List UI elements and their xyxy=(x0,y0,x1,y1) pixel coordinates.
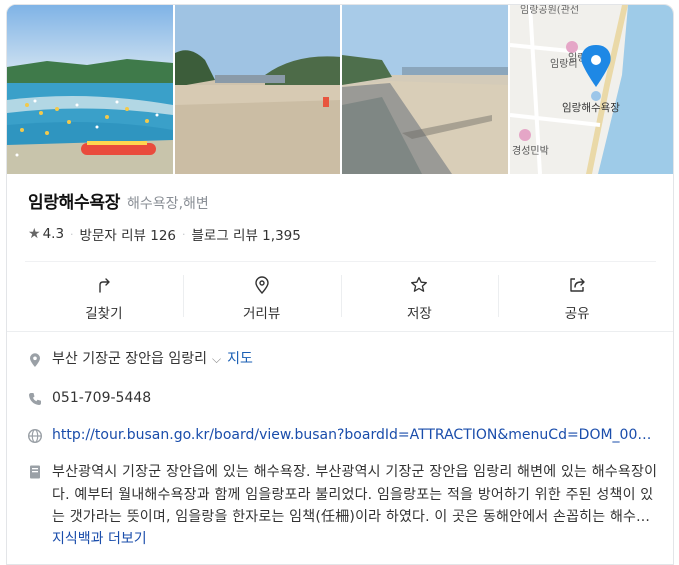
divider xyxy=(7,331,673,332)
phone-icon xyxy=(29,393,41,405)
description-row: 부산광역시 기장군 장안읍에 있는 해수욕장. 부산광역시 기장군 장안읍 임랑… xyxy=(27,461,662,549)
directions-button[interactable]: 길찾기 xyxy=(25,262,183,327)
map-label-top: 임랑공원(관선 xyxy=(520,5,579,16)
separator-dot: · xyxy=(182,227,186,241)
blog-reviews-link[interactable]: 블로그 리뷰 1,395 xyxy=(192,224,301,244)
beach-crowd-photo[interactable] xyxy=(7,5,173,174)
chevron-down-icon[interactable]: ⌵ xyxy=(212,349,221,369)
map-label-middle: 임랑리 xyxy=(550,57,578,70)
place-card: 임랑공원(관선 임랑터 임랑리 임랑해수욕장 경성민박 임랑해수욕장 해수욕장,… xyxy=(6,4,674,565)
beach-sand-photo[interactable] xyxy=(174,5,340,174)
map-label-lower: 경성민박 xyxy=(512,144,549,157)
phone-number[interactable]: 051-709-5448 xyxy=(52,388,151,408)
directions-label: 길찾기 xyxy=(85,306,123,322)
separator-dot: · xyxy=(70,227,74,241)
street-view-button[interactable]: 거리뷰 xyxy=(182,262,341,327)
map-thumbnail[interactable]: 임랑공원(관선 임랑터 임랑리 임랑해수욕장 경성민박 xyxy=(509,5,673,174)
place-category: 해수욕장,해변 xyxy=(127,196,209,212)
location-pin-icon xyxy=(30,353,40,367)
homepage-row: http://tour.busan.go.kr/board/view.busan… xyxy=(27,425,657,445)
street-view-icon xyxy=(254,276,269,295)
beach-promenade-photo[interactable] xyxy=(342,5,508,174)
visitor-reviews-link[interactable]: 방문자 리뷰 126 xyxy=(80,224,176,244)
rating-star-icon: ★ xyxy=(28,226,41,242)
phone-row: 051-709-5448 xyxy=(27,388,151,408)
rating-value: 4.3 xyxy=(42,226,65,242)
encyclopedia-more-link[interactable]: 지식백과 더보기 xyxy=(52,529,662,549)
save-label: 저장 xyxy=(406,306,432,322)
save-button[interactable]: 저장 xyxy=(340,262,499,327)
photo-strip: 임랑공원(관선 임랑터 임랑리 임랑해수욕장 경성민박 xyxy=(7,5,673,174)
address-text: 부산 기장군 장안읍 임랑리 xyxy=(52,351,208,367)
share-button[interactable]: 공유 xyxy=(498,262,656,327)
homepage-link[interactable]: http://tour.busan.go.kr/board/view.busan… xyxy=(52,425,657,445)
share-icon xyxy=(570,278,585,292)
globe-icon xyxy=(27,428,43,444)
street-view-label: 거리뷰 xyxy=(242,306,281,322)
book-icon xyxy=(30,465,40,479)
action-bar: 길찾기 거리뷰 저장 공유 xyxy=(25,261,656,327)
map-label-pin: 임랑해수욕장 xyxy=(562,101,620,114)
directions-icon xyxy=(99,278,110,293)
place-name[interactable]: 임랑해수욕장 xyxy=(28,188,120,213)
map-link[interactable]: 지도 xyxy=(227,349,253,369)
description-text: 부산광역시 기장군 장안읍에 있는 해수욕장. 부산광역시 기장군 장안읍 임랑… xyxy=(52,464,658,525)
address-row: 부산 기장군 장안읍 임랑리 ⌵ 지도 xyxy=(27,349,253,369)
star-icon xyxy=(411,276,428,292)
review-summary: ★ 4.3 · 방문자 리뷰 126 · 블로그 리뷰 1,395 xyxy=(28,224,673,244)
place-header: 임랑해수욕장 해수욕장,해변 ★ 4.3 · 방문자 리뷰 126 · 블로그 … xyxy=(7,174,673,244)
share-label: 공유 xyxy=(564,306,590,322)
